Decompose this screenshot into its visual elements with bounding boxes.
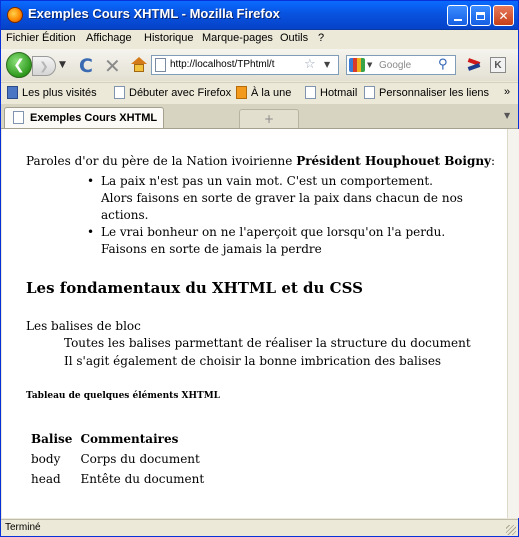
rss-icon bbox=[236, 86, 247, 99]
list-item: La paix n'est pas un vain mot. C'est un … bbox=[87, 173, 467, 224]
search-engine-icon[interactable] bbox=[349, 58, 365, 72]
definition-term: Les balises de bloc bbox=[26, 319, 141, 333]
menu-outils[interactable]: Outils bbox=[280, 32, 308, 44]
window-title: Exemples Cours XHTML - Mozilla Firefox bbox=[28, 6, 280, 21]
menu-help[interactable]: ? bbox=[318, 32, 324, 44]
search-bar[interactable]: ▼ Google ⚲ bbox=[346, 55, 456, 75]
close-icon: ✕ bbox=[498, 8, 509, 23]
engine-dropdown-icon[interactable]: ▼ bbox=[367, 61, 372, 69]
page-icon bbox=[114, 86, 125, 99]
vertical-scrollbar[interactable] bbox=[507, 129, 519, 518]
bookmark-label: Personnaliser les liens bbox=[379, 86, 490, 99]
addon-flag-blue-bar bbox=[467, 63, 481, 71]
bookmark-label: À la une bbox=[251, 86, 292, 99]
navigation-toolbar: ❮ ❯ ▼ C ✕ http://localhost/TPhtml/t ☆ ▼ … bbox=[1, 49, 518, 81]
menu-affichage[interactable]: Affichage bbox=[86, 32, 132, 44]
table-header: Balise bbox=[31, 432, 73, 446]
bookmark-most-visited[interactable]: Les plus visités bbox=[7, 86, 97, 99]
maximize-icon bbox=[476, 11, 485, 20]
back-button[interactable]: ❮ bbox=[6, 52, 32, 78]
search-input[interactable]: Google bbox=[379, 60, 411, 71]
minimize-button[interactable] bbox=[447, 5, 468, 26]
maximize-button[interactable] bbox=[470, 5, 491, 26]
tab-bar: Exemples Cours XHTML + ▼ bbox=[1, 104, 518, 129]
addon-k-icon[interactable]: K bbox=[490, 57, 506, 73]
bookmark-hotmail[interactable]: Hotmail bbox=[305, 86, 357, 99]
page-content: Paroles d'or du père de la Nation ivoiri… bbox=[2, 129, 507, 518]
bookmark-customize-links[interactable]: Personnaliser les liens bbox=[364, 86, 489, 99]
reload-icon[interactable]: C bbox=[79, 55, 93, 77]
history-dropdown-icon[interactable]: ▼ bbox=[59, 60, 66, 70]
url-bar[interactable]: http://localhost/TPhtml/t ☆ ▼ bbox=[151, 55, 339, 75]
table-cell: head bbox=[31, 472, 61, 486]
firefox-icon bbox=[7, 7, 23, 23]
definition-description: Il s'agit également de choisir la bonne … bbox=[64, 354, 442, 368]
status-bar: Terminé bbox=[1, 519, 518, 536]
bookmarks-overflow-chevron[interactable]: » bbox=[504, 86, 510, 98]
table-cell: Entête du document bbox=[80, 472, 205, 486]
search-magnifier-icon[interactable]: ⚲ bbox=[438, 57, 448, 72]
url-dropdown-icon[interactable]: ▼ bbox=[324, 60, 330, 69]
bookmarks-toolbar: Les plus visités Débuter avec Firefox À … bbox=[1, 82, 518, 104]
page-icon bbox=[305, 86, 316, 99]
section-heading: Les fondamentaux du XHTML et du CSS bbox=[26, 279, 363, 297]
quote-intro: Paroles d'or du père de la Nation ivoiri… bbox=[26, 154, 495, 168]
menu-edition[interactable]: Édition bbox=[42, 32, 76, 44]
minimize-icon bbox=[453, 18, 462, 21]
page-icon bbox=[13, 111, 24, 124]
close-button[interactable]: ✕ bbox=[493, 5, 514, 26]
table-header-row: Balise Commentaires bbox=[28, 430, 207, 448]
menu-fichier[interactable]: Fichier bbox=[6, 32, 39, 44]
title-bar[interactable]: Exemples Cours XHTML - Mozilla Firefox ✕ bbox=[1, 1, 518, 30]
bookmark-star-icon[interactable]: ☆ bbox=[304, 57, 316, 72]
forward-button[interactable]: ❯ bbox=[32, 56, 56, 76]
table-header: Commentaires bbox=[80, 432, 179, 446]
intro-text: Paroles d'or du père de la Nation ivoiri… bbox=[26, 154, 297, 168]
forward-arrow-icon: ❯ bbox=[39, 59, 49, 73]
page-icon bbox=[155, 58, 166, 72]
quotes-list: La paix n'est pas un vain mot. C'est un … bbox=[87, 173, 467, 258]
back-arrow-icon: ❮ bbox=[13, 57, 25, 73]
table-cell: Corps du document bbox=[80, 452, 200, 466]
menu-historique[interactable]: Historique bbox=[144, 32, 194, 44]
list-item: Le vrai bonheur on ne l'aperçoit que lor… bbox=[87, 224, 467, 258]
smart-bookmark-icon bbox=[7, 86, 18, 99]
url-text[interactable]: http://localhost/TPhtml/t bbox=[170, 59, 300, 70]
table-cell: body bbox=[31, 452, 61, 466]
home-icon[interactable] bbox=[131, 57, 147, 72]
home-roof-shape bbox=[131, 57, 147, 64]
table-row: head Entête du document bbox=[28, 470, 207, 488]
definition-description: Toutes les balises parmettant de réalise… bbox=[64, 336, 471, 350]
tab-label: Exemples Cours XHTML bbox=[30, 112, 158, 124]
table-caption: Tableau de quelques éléments XHTML bbox=[26, 391, 221, 401]
bookmark-label: Hotmail bbox=[320, 86, 358, 99]
bookmark-label: Débuter avec Firefox bbox=[129, 86, 232, 99]
tab-list-dropdown-icon[interactable]: ▼ bbox=[504, 111, 510, 120]
page-icon bbox=[364, 86, 375, 99]
table-row: body Corps du document bbox=[28, 450, 207, 468]
tab-active[interactable]: Exemples Cours XHTML bbox=[4, 107, 164, 128]
menu-marque-pages[interactable]: Marque-pages bbox=[202, 32, 273, 44]
bookmark-getting-started[interactable]: Débuter avec Firefox bbox=[114, 86, 231, 99]
bookmark-headlines[interactable]: À la une bbox=[236, 86, 291, 99]
addon-flag-icon[interactable] bbox=[466, 58, 482, 72]
home-house-shape bbox=[134, 64, 144, 72]
browser-window: Exemples Cours XHTML - Mozilla Firefox ✕… bbox=[0, 0, 519, 537]
bookmark-label: Les plus visités bbox=[22, 86, 97, 99]
menu-bar: Fichier Édition Affichage Historique Mar… bbox=[1, 30, 518, 48]
stop-icon[interactable]: ✕ bbox=[104, 54, 121, 78]
intro-bold-name: Président Houphouet Boigny bbox=[296, 154, 492, 168]
new-tab-button[interactable]: + bbox=[239, 109, 299, 128]
status-text: Terminé bbox=[5, 522, 41, 533]
resize-grip[interactable] bbox=[506, 525, 516, 535]
elements-table: Balise Commentaires body Corps du docume… bbox=[26, 428, 209, 490]
intro-colon: : bbox=[491, 154, 496, 168]
